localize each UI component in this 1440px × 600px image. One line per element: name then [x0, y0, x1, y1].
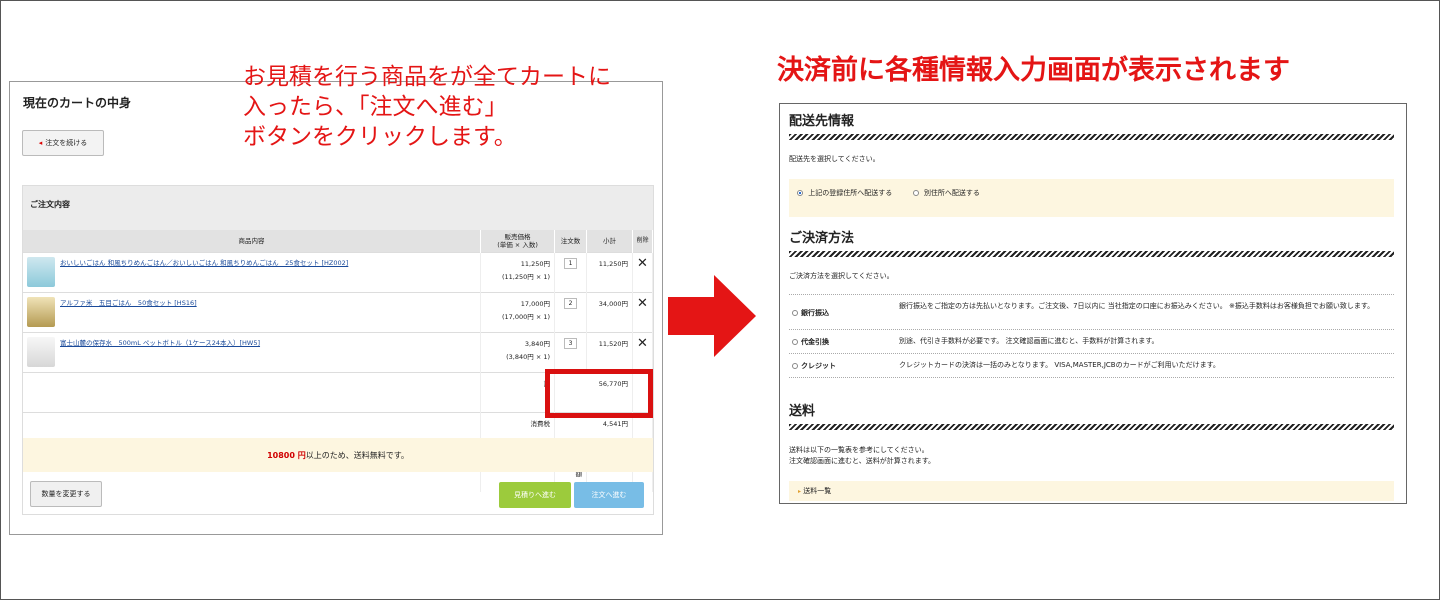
shipping-prompt: 配送先を選択してください。	[789, 155, 880, 163]
payment-label: クレジット	[801, 362, 836, 370]
left-arrow-icon: ◂	[38, 139, 43, 147]
line-subtotal: 11,250円	[586, 251, 633, 292]
free-shipping-notice: 10800 円 以上のため、送料無料です。	[23, 438, 653, 472]
total-label: 計	[480, 371, 556, 412]
annotation-line: 入ったら、「注文へ進む」	[243, 94, 508, 120]
radio-icon[interactable]	[797, 190, 803, 196]
product-link[interactable]: おいしいごはん 和風ちりめんごはん／おいしいごはん 和風ちりめんごはん 25食セ…	[60, 257, 348, 287]
shipping-title: 配送先情報	[789, 114, 855, 129]
fee-line: 送料は以下の一覧表を参考にしてください。	[789, 446, 929, 454]
col-header-delete: 削除	[632, 230, 654, 252]
payment-option-row[interactable]: クレジット クレジットカードの決済は一括のみとなります。 VISA,MASTER…	[789, 354, 1394, 378]
free-shipping-amount: 10800 円	[267, 450, 306, 460]
product-link[interactable]: 富士山麓の保存水 500mL ペットボトル（1ケース24本入）[HW5]	[60, 337, 260, 367]
quantity-input[interactable]: 3	[564, 337, 577, 349]
payment-option-row[interactable]: 銀行振込 銀行振込をご指定の方は先払いとなります。ご注文後、7日以内に 当社指定…	[789, 294, 1394, 330]
table-header-row: 商品内容 販売価格 (単価 × 入数) 注文数 小計 削除	[23, 230, 654, 252]
payment-prompt: ご決済方法を選択してください。	[789, 272, 894, 280]
order-section-title: ご注文内容	[23, 186, 653, 230]
product-thumbnail[interactable]	[27, 296, 55, 327]
section-divider	[789, 134, 1394, 140]
payment-label: 銀行振込	[801, 309, 829, 317]
estimate-button[interactable]: 見積りへ進む	[499, 482, 571, 508]
delete-icon[interactable]: ✕	[632, 331, 654, 372]
unit-price: 3,840円	[524, 339, 551, 348]
radio-icon[interactable]	[792, 363, 798, 369]
radio-icon[interactable]	[792, 339, 798, 345]
unit-price: 17,000円	[520, 299, 551, 308]
product-link[interactable]: アルファ米 五目ごはん 50食セット [HS16]	[60, 297, 197, 327]
proceed-to-order-button[interactable]: 注文へ進む	[574, 482, 644, 508]
annotation-line: お見積を行う商品をが全てカートに	[243, 64, 611, 90]
payment-desc: クレジットカードの決済は一括のみとなります。 VISA,MASTER,JCBのカ…	[899, 361, 1220, 369]
continue-shopping-button[interactable]: ◂ 注文を続ける	[22, 130, 104, 156]
payment-desc: 別途、代引き手数料が必要です。 注文確認画面に進むと、手数料が計算されます。	[899, 337, 1159, 345]
free-shipping-text: 以上のため、送料無料です。	[305, 450, 409, 460]
table-row: アルファ米 五目ごはん 50食セット [HS16] 17,000円 (17,000…	[23, 291, 654, 332]
annotation-line: ボタンをクリックします。	[243, 124, 517, 150]
col-header-product: 商品内容	[23, 230, 482, 252]
shipping-fee-title: 送料	[789, 404, 816, 419]
table-row: 富士山麓の保存水 500mL ペットボトル（1ケース24本入）[HW5] 3,8…	[23, 331, 654, 372]
left-annotation: お見積を行う商品をが全てカートに 入ったら、「注文へ進む」 ボタンをクリックしま…	[243, 62, 673, 152]
col-header-price: 販売価格 (単価 × 入数)	[480, 230, 556, 252]
caret-right-icon: ▸	[798, 488, 802, 495]
payment-option-row[interactable]: 代金引換 別途、代引き手数料が必要です。 注文確認画面に進むと、手数料が計算され…	[789, 330, 1394, 354]
highlight-box	[545, 369, 653, 418]
payment-desc: 銀行振込をご指定の方は先払いとなります。ご注文後、7日以内に 当社指定の口座にお…	[899, 302, 1375, 310]
right-arrow-icon	[668, 275, 756, 357]
ship-option-other[interactable]: 別住所へ配送する	[924, 189, 980, 197]
col-header-subtotal: 小計	[586, 230, 633, 252]
order-contents: ご注文内容 商品内容 販売価格 (単価 × 入数) 注文数 小計 削除 おいしい…	[22, 185, 654, 515]
product-thumbnail[interactable]	[27, 256, 55, 287]
unit-price: 11,250円	[520, 259, 551, 268]
delete-icon[interactable]: ✕	[632, 291, 654, 332]
right-annotation: 決済前に各種情報入力画面が表示されます	[777, 55, 1290, 86]
quantity-input[interactable]: 2	[564, 297, 577, 309]
cart-title: 現在のカートの中身	[23, 96, 132, 110]
fee-list-label: 送料一覧	[803, 487, 832, 495]
section-divider	[789, 251, 1394, 257]
price-detail: (3,840円 × 1)	[506, 352, 551, 361]
section-divider	[789, 424, 1394, 430]
change-quantity-button[interactable]: 数量を変更する	[30, 481, 102, 507]
radio-icon[interactable]	[792, 310, 798, 316]
continue-shopping-label: 注文を続ける	[45, 139, 88, 147]
product-thumbnail[interactable]	[27, 336, 55, 367]
fee-list-toggle[interactable]: ▸ 送料一覧	[789, 481, 1394, 501]
fee-line: 注文確認画面に進むと、送料が計算されます。	[789, 457, 936, 465]
table-row: おいしいごはん 和風ちりめんごはん／おいしいごはん 和風ちりめんごはん 25食セ…	[23, 251, 654, 292]
line-subtotal: 34,000円	[586, 291, 633, 332]
quantity-input[interactable]: 1	[564, 257, 577, 269]
price-detail: (17,000円 × 1)	[501, 312, 551, 321]
shipping-options: 上記の登録住所へ配送する 別住所へ配送する	[789, 179, 1394, 217]
price-detail: (11,250円 × 1)	[501, 272, 551, 281]
line-subtotal: 11,520円	[586, 331, 633, 372]
checkout-panel: 配送先情報 配送先を選択してください。 上記の登録住所へ配送する 別住所へ配送す…	[779, 103, 1407, 504]
payment-title: ご決済方法	[789, 231, 855, 246]
radio-icon[interactable]	[912, 190, 919, 196]
col-header-qty: 注文数	[554, 230, 587, 252]
delete-icon[interactable]: ✕	[632, 251, 654, 292]
ship-option-registered[interactable]: 上記の登録住所へ配送する	[808, 189, 892, 197]
payment-label: 代金引換	[801, 338, 829, 346]
